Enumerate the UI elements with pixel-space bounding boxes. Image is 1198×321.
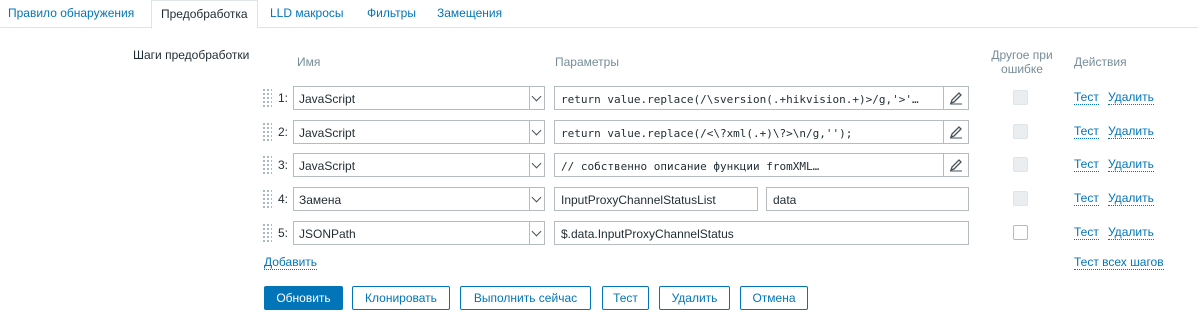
step-param-value: // собственно описание функции fromXML… bbox=[561, 160, 820, 173]
on-error-checkbox[interactable] bbox=[1013, 157, 1028, 172]
tab-preprocessing[interactable]: Предобработка bbox=[151, 0, 258, 29]
step-type-value: JavaScript bbox=[299, 126, 356, 140]
on-error-checkbox[interactable] bbox=[1013, 191, 1028, 206]
cancel-button[interactable]: Отмена bbox=[740, 286, 808, 310]
step-param-value: return value.replace(/\sversion(.+hikvis… bbox=[561, 93, 919, 106]
step-type-select[interactable]: JavaScript bbox=[293, 86, 545, 110]
tab-filters[interactable]: Фильтры bbox=[367, 0, 416, 28]
on-error-checkbox[interactable] bbox=[1013, 124, 1028, 139]
step-type-value: JavaScript bbox=[299, 92, 356, 106]
add-step-link[interactable]: Добавить bbox=[264, 256, 318, 270]
drag-handle-icon[interactable] bbox=[262, 122, 272, 142]
step-type-value: JavaScript bbox=[299, 159, 356, 173]
edit-pencil-icon[interactable] bbox=[943, 121, 968, 143]
step-type-select[interactable]: JSONPath bbox=[293, 221, 545, 245]
chevron-down-icon[interactable] bbox=[529, 87, 544, 109]
drag-handle-icon[interactable] bbox=[262, 155, 272, 175]
step-param-value: InputProxyChannelStatusList bbox=[561, 193, 716, 207]
drag-handle-icon[interactable] bbox=[262, 88, 272, 108]
step-type-select[interactable]: JavaScript bbox=[293, 120, 545, 144]
step-delete-link[interactable]: Удалить bbox=[1108, 91, 1154, 105]
step-number: 2: bbox=[278, 125, 289, 139]
column-header-actions: Действия bbox=[1074, 55, 1127, 69]
edit-pencil-icon[interactable] bbox=[943, 87, 968, 109]
step-param-input[interactable]: return value.replace(/\sversion(.+hikvis… bbox=[554, 86, 969, 110]
tab-lld-macros[interactable]: LLD макросы bbox=[270, 0, 344, 28]
step-test-link[interactable]: Тест bbox=[1074, 91, 1099, 105]
step-param-value: return value.replace(/<\?xml(.+)\?>\n/g,… bbox=[561, 127, 853, 140]
drag-handle-icon[interactable] bbox=[262, 223, 272, 243]
preprocessing-step-row: 3: JavaScript // собственно описание фун… bbox=[0, 153, 1198, 179]
step-number: 5: bbox=[278, 226, 289, 240]
preprocessing-step-row: 4: Замена InputProxyChannelStatusList da… bbox=[0, 187, 1198, 213]
step-delete-link[interactable]: Удалить bbox=[1108, 192, 1154, 206]
chevron-down-icon[interactable] bbox=[529, 121, 544, 143]
tab-overrides[interactable]: Замещения bbox=[437, 0, 502, 28]
step-param-value: $.data.InputProxyChannelStatus bbox=[561, 227, 734, 241]
column-header-name: Имя bbox=[297, 55, 321, 69]
chevron-down-icon[interactable] bbox=[529, 222, 544, 244]
preprocessing-step-row: 1: JavaScript return value.replace(/\sve… bbox=[0, 86, 1198, 112]
step-param-input[interactable]: return value.replace(/<\?xml(.+)\?>\n/g,… bbox=[554, 120, 969, 144]
step-param-input[interactable]: $.data.InputProxyChannelStatus bbox=[554, 221, 969, 245]
column-header-on-error-line2: ошибке bbox=[1001, 62, 1043, 76]
delete-button[interactable]: Удалить bbox=[659, 286, 730, 310]
step-type-value: JSONPath bbox=[299, 227, 356, 241]
drag-handle-icon[interactable] bbox=[262, 189, 272, 209]
test-button[interactable]: Тест bbox=[602, 286, 649, 310]
tab-discovery-rule[interactable]: Правило обнаружения bbox=[8, 0, 134, 28]
step-param-value: data bbox=[773, 193, 797, 207]
on-error-checkbox[interactable] bbox=[1013, 225, 1028, 240]
step-test-link[interactable]: Тест bbox=[1074, 226, 1099, 240]
tab-bar: Правило обнаружения Предобработка LLD ма… bbox=[0, 0, 1198, 29]
step-type-select[interactable]: Замена bbox=[293, 187, 545, 211]
step-type-value: Замена bbox=[299, 193, 342, 207]
test-all-steps-link[interactable]: Тест всех шагов bbox=[1074, 256, 1164, 270]
clone-button[interactable]: Клонировать bbox=[352, 286, 450, 310]
step-param-replace-input[interactable]: data bbox=[766, 187, 969, 211]
edit-pencil-icon[interactable] bbox=[943, 154, 968, 176]
step-number: 3: bbox=[278, 158, 289, 172]
step-param-input[interactable]: // собственно описание функции fromXML… bbox=[554, 153, 969, 177]
step-param-search-input[interactable]: InputProxyChannelStatusList bbox=[554, 187, 758, 211]
column-header-on-error-line1: Другое при bbox=[991, 48, 1053, 62]
step-test-link[interactable]: Тест bbox=[1074, 158, 1099, 172]
step-type-select[interactable]: JavaScript bbox=[293, 153, 545, 177]
chevron-down-icon[interactable] bbox=[529, 188, 544, 210]
step-delete-link[interactable]: Удалить bbox=[1108, 158, 1154, 172]
step-test-link[interactable]: Тест bbox=[1074, 192, 1099, 206]
chevron-down-icon[interactable] bbox=[529, 154, 544, 176]
step-number: 4: bbox=[278, 192, 289, 206]
step-delete-link[interactable]: Удалить bbox=[1108, 226, 1154, 240]
execute-now-button[interactable]: Выполнить сейчас bbox=[460, 286, 591, 310]
column-header-params: Параметры bbox=[555, 55, 619, 69]
preprocessing-step-row: 2: JavaScript return value.replace(/<\?x… bbox=[0, 120, 1198, 146]
step-number: 1: bbox=[278, 91, 289, 105]
preprocessing-steps-label: Шаги предобработки bbox=[133, 48, 250, 62]
preprocessing-step-row: 5: JSONPath $.data.InputProxyChannelStat… bbox=[0, 221, 1198, 247]
update-button[interactable]: Обновить bbox=[264, 286, 343, 310]
step-delete-link[interactable]: Удалить bbox=[1108, 125, 1154, 139]
on-error-checkbox[interactable] bbox=[1013, 90, 1028, 105]
column-header-on-error: Другое при ошибке bbox=[985, 48, 1059, 76]
step-test-link[interactable]: Тест bbox=[1074, 125, 1099, 139]
